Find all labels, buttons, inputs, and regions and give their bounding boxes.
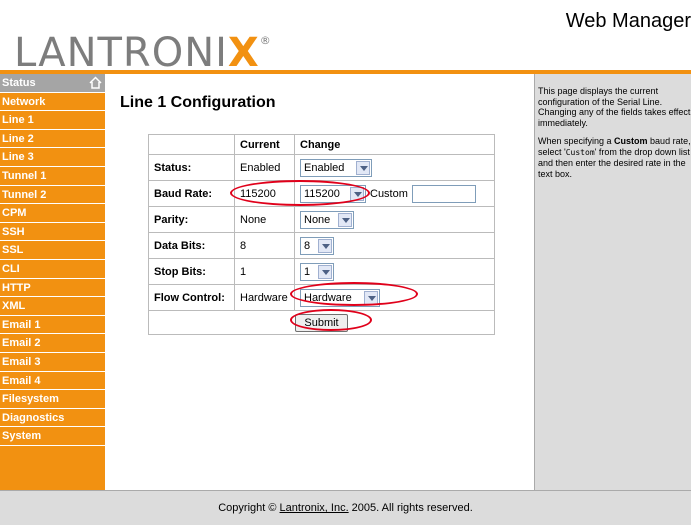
- sidebar-item-xml[interactable]: XML: [0, 297, 110, 316]
- chevron-down-icon[interactable]: [338, 212, 352, 227]
- home-icon[interactable]: [89, 76, 102, 89]
- custom-baud-input[interactable]: [411, 184, 476, 203]
- help-panel: This page displays the current configura…: [534, 74, 691, 490]
- lantronix-link[interactable]: Lantronix, Inc.: [280, 502, 349, 514]
- data-bits-select[interactable]: 8: [300, 236, 334, 255]
- baud-rate-change-cell: 115200 Custom: [294, 180, 495, 207]
- sidebar-item-email1[interactable]: Email 1: [0, 316, 110, 335]
- stop-bits-change-cell: 1: [294, 258, 495, 285]
- sidebar-item-tunnel1[interactable]: Tunnel 1: [0, 167, 110, 186]
- sidebar-nav: Status Network Line 1 Line 2 Line 3 Tunn…: [0, 74, 110, 490]
- sidebar-item-line3[interactable]: Line 3: [0, 148, 110, 167]
- stop-bits-select[interactable]: 1: [300, 262, 334, 281]
- table-row: Data Bits: 8 8: [148, 232, 495, 259]
- sidebar-item-diagnostics[interactable]: Diagnostics: [0, 409, 110, 428]
- chevron-down-icon[interactable]: [318, 238, 332, 253]
- sidebar-item-status[interactable]: Status: [0, 74, 110, 93]
- sidebar-item-email2[interactable]: Email 2: [0, 334, 110, 353]
- change-column-header: Change: [294, 134, 495, 155]
- help-text-intro: This page displays the current configura…: [538, 86, 691, 128]
- footer: Copyright © Lantronix, Inc. 2005. All ri…: [0, 490, 691, 525]
- parity-current-value: None: [234, 206, 295, 233]
- submit-cell: Submit: [148, 310, 495, 335]
- sidebar-item-ssh[interactable]: SSH: [0, 223, 110, 242]
- status-current-value: Enabled: [234, 154, 295, 181]
- table-header-row: Current Change: [148, 134, 495, 155]
- sidebar-item-filesystem[interactable]: Filesystem: [0, 390, 110, 409]
- sidebar-item-network[interactable]: Network: [0, 93, 110, 112]
- table-row: Flow Control: Hardware Hardware: [148, 284, 495, 311]
- current-column-header: Current: [234, 134, 295, 155]
- data-bits-label: Data Bits:: [148, 232, 235, 259]
- sidebar-item-line1[interactable]: Line 1: [0, 111, 110, 130]
- parity-change-cell: None: [294, 206, 495, 233]
- flow-control-label: Flow Control:: [148, 284, 235, 311]
- sidebar-item-email4[interactable]: Email 4: [0, 372, 110, 391]
- page-title: Line 1 Configuration: [120, 94, 276, 111]
- custom-label: Custom: [370, 187, 408, 200]
- baud-rate-label: Baud Rate:: [148, 180, 235, 207]
- stop-bits-label: Stop Bits:: [148, 258, 235, 285]
- flow-control-change-cell: Hardware: [294, 284, 495, 311]
- table-row: Baud Rate: 115200 115200 Custom: [148, 180, 495, 207]
- line-config-table: Current Change Status: Enabled Enabled B…: [148, 134, 495, 335]
- main-content: Line 1 Configuration Current Change Stat…: [110, 74, 534, 490]
- empty-header-cell: [148, 134, 235, 155]
- submit-button[interactable]: Submit: [295, 313, 348, 332]
- sidebar-item-ssl[interactable]: SSL: [0, 241, 110, 260]
- table-row: Parity: None None: [148, 206, 495, 233]
- lantronix-logo: LANTRONIX®: [14, 30, 272, 76]
- sidebar-item-system[interactable]: System: [0, 427, 110, 446]
- help-text-custom: When specifying a Custom baud rate, sele…: [538, 136, 691, 179]
- data-bits-change-cell: 8: [294, 232, 495, 259]
- sidebar-item-line2[interactable]: Line 2: [0, 130, 110, 149]
- stop-bits-current-value: 1: [234, 258, 295, 285]
- baud-rate-select[interactable]: 115200: [300, 184, 366, 203]
- data-bits-current-value: 8: [234, 232, 295, 259]
- flow-control-select[interactable]: Hardware: [300, 288, 380, 307]
- flow-control-current-value: Hardware: [234, 284, 295, 311]
- chevron-down-icon[interactable]: [356, 160, 370, 175]
- parity-label: Parity:: [148, 206, 235, 233]
- baud-rate-current-value: 115200: [234, 180, 295, 207]
- table-row: Status: Enabled Enabled: [148, 154, 495, 181]
- parity-select[interactable]: None: [300, 210, 354, 229]
- sidebar-item-cpm[interactable]: CPM: [0, 204, 110, 223]
- table-row: Stop Bits: 1 1: [148, 258, 495, 285]
- submit-row: Submit: [148, 310, 495, 335]
- header: LANTRONIX® Web Manager: [0, 0, 691, 76]
- status-label: Status:: [148, 154, 235, 181]
- sidebar-item-tunnel2[interactable]: Tunnel 2: [0, 186, 110, 205]
- chevron-down-icon[interactable]: [364, 290, 378, 305]
- web-manager-title: Web Manager: [565, 10, 691, 32]
- chevron-down-icon[interactable]: [350, 186, 364, 201]
- status-select[interactable]: Enabled: [300, 158, 372, 177]
- sidebar-item-email3[interactable]: Email 3: [0, 353, 110, 372]
- sidebar-item-cli[interactable]: CLI: [0, 260, 110, 279]
- status-change-cell: Enabled: [294, 154, 495, 181]
- sidebar-item-http[interactable]: HTTP: [0, 279, 110, 298]
- chevron-down-icon[interactable]: [318, 264, 332, 279]
